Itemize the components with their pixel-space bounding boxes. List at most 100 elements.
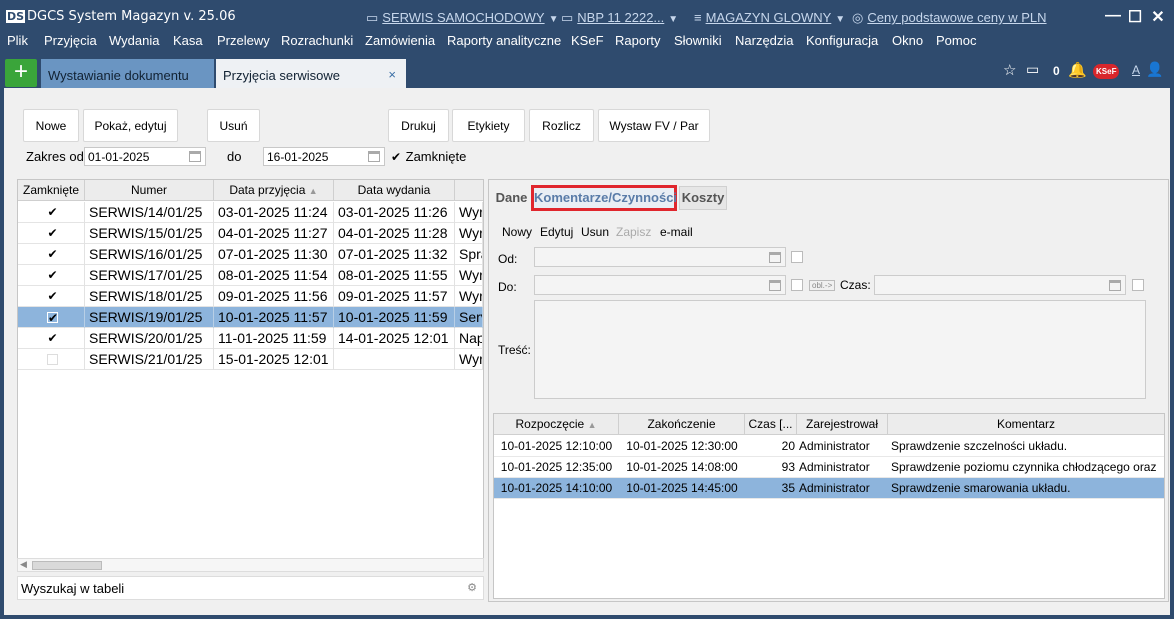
menu-slowniki[interactable]: Słowniki bbox=[674, 33, 722, 48]
time-checkbox[interactable] bbox=[1132, 279, 1144, 291]
service-selector[interactable]: ▭ SERWIS SAMOCHODOWY ▼ bbox=[366, 10, 558, 26]
menu-narzedzia[interactable]: Narzędzia bbox=[735, 33, 794, 48]
calculate-button[interactable]: obl.-> bbox=[809, 280, 836, 291]
scroll-left-icon[interactable]: ◀ bbox=[20, 559, 27, 570]
col-registered-by[interactable]: Zarejestrował bbox=[797, 414, 888, 435]
col-number[interactable]: Numer bbox=[85, 180, 214, 201]
calendar-icon[interactable] bbox=[368, 151, 380, 162]
to-datetime-field[interactable] bbox=[534, 275, 786, 295]
new-comment-button[interactable]: Nowy bbox=[502, 225, 532, 239]
close-icon[interactable]: ✕ bbox=[1149, 7, 1167, 27]
table-row[interactable]: ✔ SERWIS/18/01/25 09-01-2025 11:56 09-01-20… bbox=[18, 286, 483, 307]
tab-dane[interactable]: Dane bbox=[493, 185, 530, 211]
extra-cell: Wyr bbox=[455, 223, 483, 244]
maximize-icon[interactable]: ☐ bbox=[1126, 7, 1144, 27]
content-textarea[interactable] bbox=[534, 300, 1146, 399]
table-search-input[interactable]: Wyszukaj w tabeli ⚙ bbox=[17, 576, 484, 600]
activity-row[interactable]: 10-01-2025 12:10:00 10-01-2025 12:30:00 20… bbox=[494, 436, 1164, 457]
monitor-icon[interactable]: ▭ bbox=[1026, 61, 1039, 78]
date-to-field[interactable]: 16-01-2025 bbox=[263, 147, 385, 166]
tab-wystawianie-dokumentu[interactable]: Wystawianie dokumentu bbox=[41, 59, 214, 88]
menu-ksef[interactable]: KSeF bbox=[571, 33, 604, 48]
closed-cell[interactable]: ✔ bbox=[18, 223, 85, 244]
tab-komentarze-czynnosci[interactable]: Komentarze/Czynności bbox=[531, 185, 677, 211]
delete-comment-button[interactable]: Usun bbox=[581, 225, 609, 239]
show-edit-button[interactable]: Pokaż, edytuj bbox=[83, 109, 178, 142]
col-start[interactable]: Rozpoczęcie ▲ bbox=[494, 414, 619, 435]
closed-cell[interactable]: ✔ bbox=[18, 244, 85, 265]
document-tabs: + Wystawianie dokumentu Przyjęcia serwis… bbox=[0, 56, 1174, 88]
email-button[interactable]: e-mail bbox=[660, 225, 693, 239]
closed-cell[interactable]: ✔ bbox=[18, 265, 85, 286]
ksef-badge[interactable]: KSeF bbox=[1093, 64, 1120, 79]
closed-checkbox[interactable]: ✔ Zamknięte bbox=[391, 149, 466, 164]
menu-przelewy[interactable]: Przelewy bbox=[217, 33, 270, 48]
menu-okno[interactable]: Okno bbox=[892, 33, 923, 48]
minimize-icon[interactable]: — bbox=[1104, 7, 1122, 25]
menu-pomoc[interactable]: Pomoc bbox=[936, 33, 976, 48]
date-from-field[interactable]: 01-01-2025 bbox=[84, 147, 206, 166]
close-tab-icon[interactable]: × bbox=[388, 67, 396, 82]
col-issued[interactable]: Data wydania bbox=[334, 180, 455, 201]
delete-button[interactable]: Usuń bbox=[207, 109, 260, 142]
col-received[interactable]: Data przyjęcia ▲ bbox=[214, 180, 334, 201]
col-time[interactable]: Czas [... bbox=[745, 414, 797, 435]
menu-plik[interactable]: Plik bbox=[7, 33, 28, 48]
menu-wydania[interactable]: Wydania bbox=[109, 33, 159, 48]
closed-cell[interactable]: ✔ bbox=[18, 286, 85, 307]
invoice-button[interactable]: Wystaw FV / Par bbox=[598, 109, 710, 142]
table-row[interactable]: ✔ SERWIS/14/01/25 03-01-2025 11:24 03-01-20… bbox=[18, 202, 483, 223]
col-comment[interactable]: Komentarz bbox=[888, 414, 1164, 435]
star-icon[interactable]: ☆ bbox=[1003, 61, 1016, 79]
prices-selector[interactable]: ◎ Ceny podstawowe ceny w PLN bbox=[852, 10, 1047, 26]
table-row[interactable]: ✔ SERWIS/19/01/25 10-01-2025 11:57 10-01-20… bbox=[18, 307, 483, 328]
to-checkbox[interactable] bbox=[791, 279, 803, 291]
rate-selector[interactable]: ▭ NBP 11 2222... ▼ bbox=[561, 10, 678, 26]
horizontal-scrollbar[interactable]: ◀ bbox=[17, 558, 484, 572]
save-comment-button[interactable]: Zapisz bbox=[616, 225, 651, 239]
user-icon[interactable]: 👤 bbox=[1146, 61, 1163, 78]
menu-raporty[interactable]: Raporty bbox=[615, 33, 661, 48]
tab-koszty[interactable]: Koszty bbox=[679, 186, 727, 210]
menu-raporty-analityczne[interactable]: Raporty analityczne bbox=[447, 33, 561, 48]
from-datetime-field[interactable] bbox=[534, 247, 786, 267]
activity-row[interactable]: 10-01-2025 12:35:00 10-01-2025 14:08:00 93… bbox=[494, 457, 1164, 478]
print-button[interactable]: Drukuj bbox=[388, 109, 449, 142]
warehouse-selector[interactable]: ≡ MAGAZYN GLOWNY ▼ bbox=[694, 10, 845, 25]
scrollbar-thumb[interactable] bbox=[32, 561, 102, 570]
time-field[interactable] bbox=[874, 275, 1126, 295]
tab-przyjecia-serwisowe[interactable]: Przyjęcia serwisowe × bbox=[216, 59, 406, 88]
col-closed[interactable]: Zamknięte bbox=[18, 180, 85, 201]
add-tab-button[interactable]: + bbox=[5, 59, 37, 87]
calendar-icon[interactable] bbox=[769, 252, 781, 263]
bell-icon[interactable]: 🔔 bbox=[1068, 61, 1087, 79]
activity-row[interactable]: 10-01-2025 14:10:00 10-01-2025 14:45:00 35… bbox=[494, 478, 1164, 499]
closed-cell[interactable]: ✔ bbox=[18, 328, 85, 349]
col-end[interactable]: Zakończenie bbox=[619, 414, 745, 435]
from-checkbox[interactable] bbox=[791, 251, 803, 263]
closed-cell[interactable] bbox=[18, 349, 85, 370]
settle-button[interactable]: Rozlicz bbox=[529, 109, 594, 142]
closed-cell[interactable]: ✔ bbox=[18, 307, 85, 328]
new-button[interactable]: Nowe bbox=[23, 109, 79, 142]
menu-rozrachunki[interactable]: Rozrachunki bbox=[281, 33, 353, 48]
menu-zamowienia[interactable]: Zamówienia bbox=[365, 33, 435, 48]
table-row[interactable]: SERWIS/21/01/25 15-01-2025 12:01 Wyr bbox=[18, 349, 483, 370]
calendar-icon[interactable] bbox=[189, 151, 201, 162]
menu-kasa[interactable]: Kasa bbox=[173, 33, 203, 48]
number-cell: SERWIS/18/01/25 bbox=[85, 286, 214, 307]
table-row[interactable]: ✔ SERWIS/16/01/25 07-01-2025 11:30 07-01-20… bbox=[18, 244, 483, 265]
tab-label: Przyjęcia serwisowe bbox=[223, 68, 341, 83]
font-size-toggle[interactable]: A bbox=[1132, 63, 1140, 77]
gear-icon[interactable]: ⚙ bbox=[467, 581, 477, 594]
table-row[interactable]: ✔ SERWIS/15/01/25 04-01-2025 11:27 04-01-20… bbox=[18, 223, 483, 244]
edit-comment-button[interactable]: Edytuj bbox=[540, 225, 573, 239]
calendar-icon[interactable] bbox=[1109, 280, 1121, 291]
menu-przyjecia[interactable]: Przyjęcia bbox=[44, 33, 97, 48]
menu-konfiguracja[interactable]: Konfiguracja bbox=[806, 33, 878, 48]
labels-button[interactable]: Etykiety bbox=[452, 109, 525, 142]
calendar-icon[interactable] bbox=[769, 280, 781, 291]
table-row[interactable]: ✔ SERWIS/17/01/25 08-01-2025 11:54 08-01-20… bbox=[18, 265, 483, 286]
closed-cell[interactable]: ✔ bbox=[18, 202, 85, 223]
table-row[interactable]: ✔ SERWIS/20/01/25 11-01-2025 11:59 14-01-20… bbox=[18, 328, 483, 349]
